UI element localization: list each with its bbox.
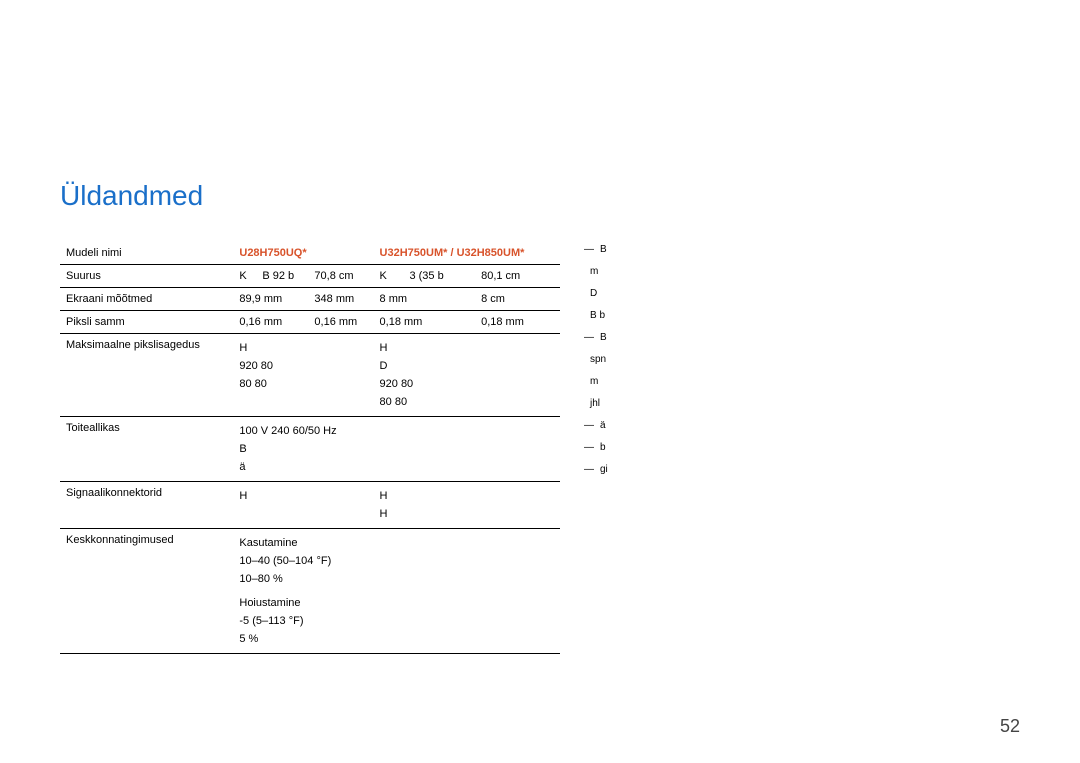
cell: 0,16 mm [308, 311, 373, 334]
note-text: gi [600, 462, 608, 478]
cell: H D 920 80 80 80 [374, 334, 560, 417]
env-use-temp: 10–40 (50–104 °F) [239, 552, 554, 570]
cell: Kasutamine 10–40 (50–104 °F) 10–80 % Hoi… [233, 529, 560, 654]
note-text: B b [590, 308, 605, 324]
cell-line: ä [239, 458, 554, 476]
cell: H 920 80 80 80 [233, 334, 373, 417]
content-row: Mudeli nimi U28H750UQ* U32H750UM* / U32H… [60, 242, 1020, 654]
note-text: D [590, 286, 597, 302]
cell-line: H [380, 505, 554, 523]
env-store-hum: 5 % [239, 630, 554, 648]
cell: 8 cm [475, 288, 560, 311]
note-text: m [590, 264, 598, 280]
cell: H [233, 482, 373, 529]
cell: 70,8 cm [308, 265, 373, 288]
env-use-hum: 10–80 % [239, 570, 554, 588]
cell: 100 V 240 60/50 Hz B ä [233, 417, 560, 482]
row-signal-label: Signaalikonnektorid [60, 482, 233, 529]
note-text: jhl [590, 396, 600, 412]
dash-icon: ― [584, 242, 594, 258]
model1-header: U28H750UQ* [233, 242, 373, 265]
row-clock-label: Maksimaalne pikslisagedus [60, 334, 233, 417]
cell-line: 920 80 [239, 357, 367, 375]
cell: 3 (35 b [403, 265, 475, 288]
note-text: spn [590, 352, 606, 368]
cell-line: 80 80 [380, 393, 554, 411]
dash-icon: ― [584, 440, 594, 456]
cell: 0,18 mm [374, 311, 476, 334]
side-notes: ― B m D B b ― B spn m jhl ― ä ― b ― gi [584, 242, 608, 484]
col-label: Mudeli nimi [60, 242, 233, 265]
document-page: Üldandmed Mudeli nimi U28H750UQ* U32H750… [0, 0, 1080, 763]
dash-icon: ― [584, 330, 594, 346]
cell: 8 mm [374, 288, 476, 311]
row-size-label: Suurus [60, 265, 233, 288]
cell-line: H [380, 339, 554, 357]
cell: 80,1 cm [475, 265, 560, 288]
row-screen-label: Ekraani mõõtmed [60, 288, 233, 311]
cell-line: H [380, 487, 554, 505]
row-env-label: Keskkonnatingimused [60, 529, 233, 654]
cell: 89,9 mm [233, 288, 308, 311]
cell-line: 100 V 240 60/50 Hz [239, 422, 554, 440]
cell: B 92 b [256, 265, 308, 288]
note-text: b [600, 440, 606, 456]
row-pixel-label: Piksli samm [60, 311, 233, 334]
env-store-label: Hoiustamine [239, 594, 554, 612]
cell: H H [374, 482, 560, 529]
cell-line: D [380, 357, 554, 375]
cell: K [233, 265, 256, 288]
row-power-label: Toiteallikas [60, 417, 233, 482]
cell: 0,18 mm [475, 311, 560, 334]
note-text: ä [600, 418, 606, 434]
model2-header: U32H750UM* / U32H850UM* [374, 242, 560, 265]
dash-icon: ― [584, 462, 594, 478]
env-store-temp: -5 (5–113 °F) [239, 612, 554, 630]
cell: K [374, 265, 404, 288]
cell-line: 80 80 [239, 375, 367, 393]
spec-table: Mudeli nimi U28H750UQ* U32H750UM* / U32H… [60, 242, 560, 654]
dash-icon: ― [584, 418, 594, 434]
cell-line: 920 80 [380, 375, 554, 393]
cell-line: H [239, 339, 367, 357]
page-number: 52 [1000, 716, 1020, 737]
cell: 348 mm [308, 288, 373, 311]
cell-line: H [239, 487, 367, 505]
env-use-label: Kasutamine [239, 534, 554, 552]
page-heading: Üldandmed [60, 180, 1020, 212]
note-text: B [600, 242, 607, 258]
cell-line: B [239, 440, 554, 458]
note-text: B [600, 330, 607, 346]
cell: 0,16 mm [233, 311, 308, 334]
note-text: m [590, 374, 598, 390]
